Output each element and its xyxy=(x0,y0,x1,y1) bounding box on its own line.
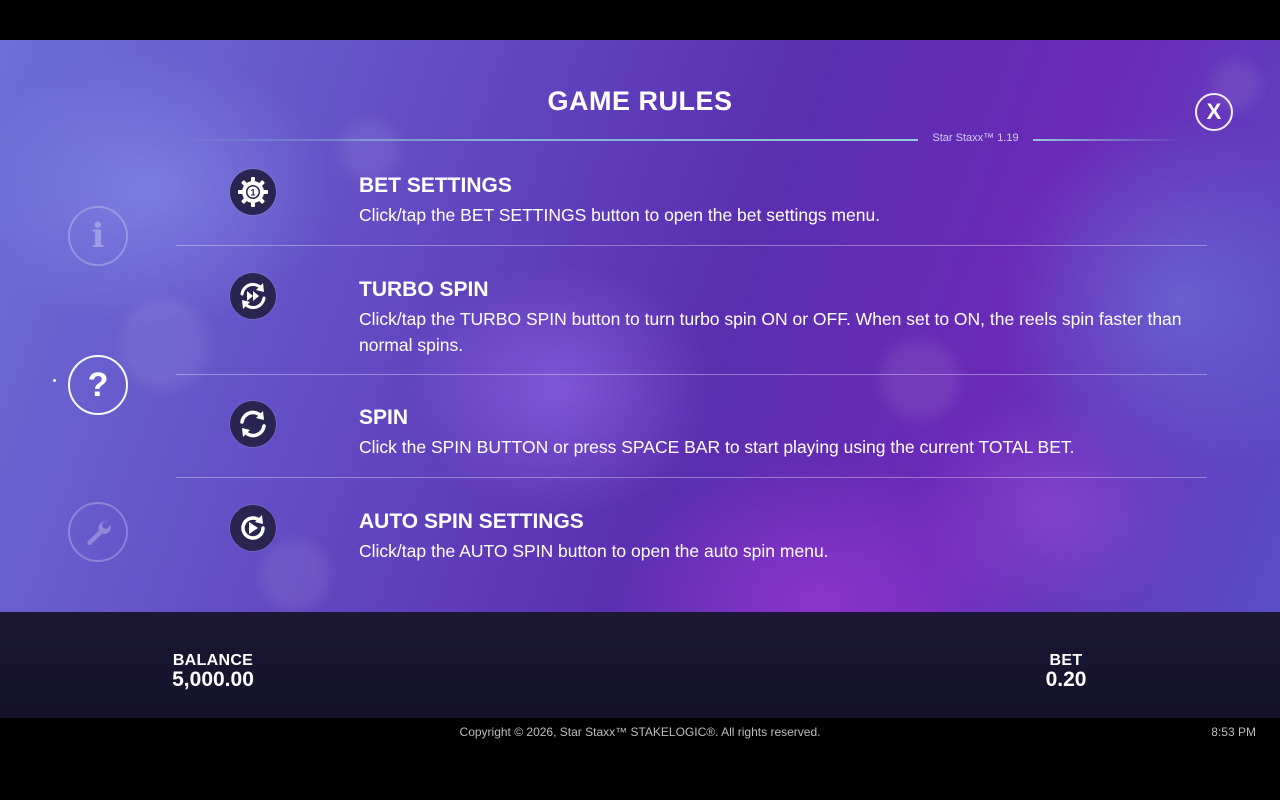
rule-separator xyxy=(176,477,1207,478)
help-nav-button[interactable]: ? xyxy=(68,355,128,415)
rule-description: Click/tap the AUTO SPIN button to open t… xyxy=(359,541,829,561)
balance-value: 5,000.00 xyxy=(172,668,254,691)
game-footer-bar: BALANCE 5,000.00 BET 0.20 xyxy=(0,612,1280,718)
rule-description: Click the SPIN BUTTON or press SPACE BAR… xyxy=(359,437,1075,457)
bet-chip-glyph: 1 xyxy=(250,188,255,198)
page-title: GAME RULES xyxy=(547,86,733,116)
title-divider-left xyxy=(176,139,918,141)
rule-title: AUTO SPIN SETTINGS xyxy=(359,510,584,533)
rule-auto-spin-settings: AUTO SPIN SETTINGS Click/tap the AUTO SP… xyxy=(176,502,1207,582)
auto-spin-icon xyxy=(230,505,276,551)
wrench-icon xyxy=(87,520,111,546)
close-icon: X xyxy=(1206,99,1222,124)
close-button[interactable]: X xyxy=(1195,93,1233,131)
info-icon: i xyxy=(91,216,105,256)
bet-settings-icon: 1 xyxy=(230,169,276,215)
active-nav-indicator xyxy=(53,379,56,382)
autoplay-icon xyxy=(241,515,265,540)
rule-bet-settings: 1 BET SETTINGS Click/tap the BET SETTING… xyxy=(176,166,1207,246)
spin-icon xyxy=(230,401,276,447)
clock-text: 8:53 PM xyxy=(1211,725,1256,739)
rule-spin: SPIN Click the SPIN BUTTON or press SPAC… xyxy=(176,398,1207,478)
rule-separator xyxy=(176,374,1207,375)
refresh-arrows-icon xyxy=(240,410,266,438)
rule-title: BET SETTINGS xyxy=(359,174,512,197)
rule-separator xyxy=(176,245,1207,246)
info-nav-button[interactable]: i xyxy=(68,206,128,266)
game-rules-panel: GAME RULES Star Staxx™ 1.19 X i ? 1 BET … xyxy=(0,40,1280,612)
question-mark-icon: ? xyxy=(87,365,109,404)
bet-display: BET 0.20 xyxy=(1016,652,1116,692)
title-divider-right xyxy=(1033,139,1183,141)
version-label: Star Staxx™ 1.19 xyxy=(932,132,1019,144)
turbo-spin-icon xyxy=(230,273,276,319)
top-black-bar xyxy=(0,0,1280,40)
turbo-arrows-icon xyxy=(240,282,266,310)
rule-title: TURBO SPIN xyxy=(359,278,489,301)
rule-description: Click/tap the TURBO SPIN button to turn … xyxy=(359,309,1182,355)
balance-display: BALANCE 5,000.00 xyxy=(143,652,283,692)
rule-description: Click/tap the BET SETTINGS button to ope… xyxy=(359,205,881,225)
copyright-text: Copyright © 2026, Star Staxx™ STAKELOGIC… xyxy=(459,725,821,739)
rule-turbo-spin: TURBO SPIN Click/tap the TURBO SPIN butt… xyxy=(176,270,1207,374)
rule-title: SPIN xyxy=(359,406,409,429)
bottom-info-bar: Copyright © 2026, Star Staxx™ STAKELOGIC… xyxy=(0,718,1280,800)
gear-icon: 1 xyxy=(238,177,268,207)
settings-nav-button[interactable] xyxy=(68,502,128,562)
bet-value: 0.20 xyxy=(1045,668,1087,691)
